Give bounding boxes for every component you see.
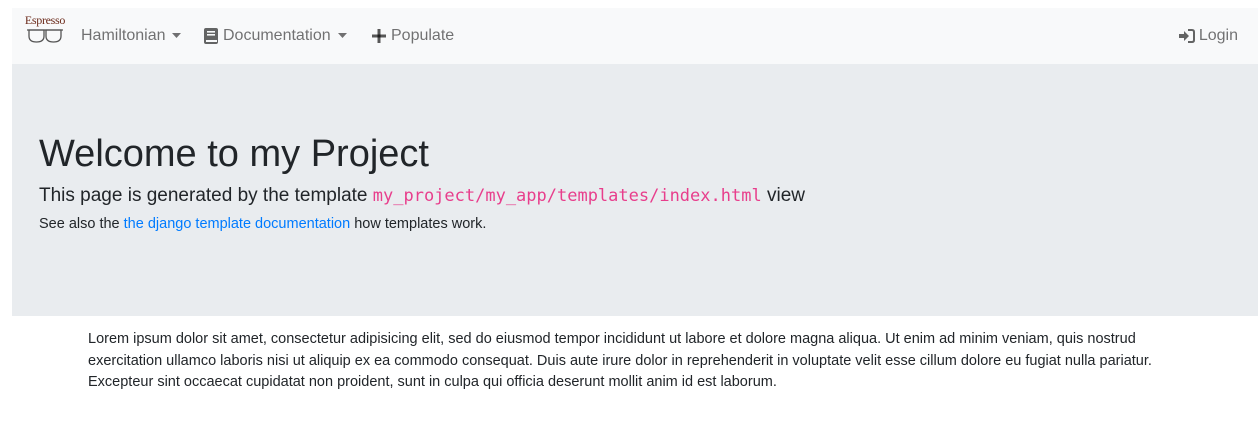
django-docs-link[interactable]: the django template documentation <box>124 216 351 232</box>
book-icon <box>204 28 218 44</box>
nav-populate-link[interactable]: Populate <box>372 8 454 64</box>
template-info-suffix: view <box>761 185 805 206</box>
chevron-down-icon <box>172 33 182 38</box>
nav-documentation-label: Documentation <box>223 27 331 44</box>
nav-populate-label: Populate <box>391 27 455 44</box>
see-also-prefix: See also the <box>39 216 124 232</box>
template-info: This page is generated by the template m… <box>39 184 805 208</box>
nav-hamiltonian-label: Hamiltonian <box>81 27 166 44</box>
espresso-cups-icon <box>27 29 63 43</box>
page-title: Welcome to my Project <box>39 133 429 175</box>
main-content: Lorem ipsum dolor sit amet, consectetur … <box>88 329 1198 394</box>
plus-icon <box>372 29 386 43</box>
brand-text: Espresso <box>24 13 66 27</box>
jumbotron: Welcome to my Project This page is gener… <box>12 64 1258 316</box>
login-label: Login <box>1198 27 1238 44</box>
template-info-prefix: This page is generated by the template <box>39 185 373 206</box>
see-also-text: See also the the django template documen… <box>39 214 486 234</box>
login-link[interactable]: Login <box>1178 8 1238 64</box>
nav-documentation-dropdown[interactable]: Documentation <box>204 8 347 64</box>
nav-hamiltonian-dropdown[interactable]: Hamiltonian <box>81 8 182 64</box>
chevron-down-icon <box>337 33 347 38</box>
brand-logo[interactable]: Espresso <box>22 13 68 55</box>
sign-in-icon <box>1178 29 1195 43</box>
see-also-suffix: how templates work. <box>350 216 487 232</box>
lorem-paragraph: Lorem ipsum dolor sit amet, consectetur … <box>88 331 1152 390</box>
template-path: my_project/my_app/templates/index.html <box>372 186 762 206</box>
top-navbar: Espresso Hamiltonian Documentation Popul <box>12 8 1258 64</box>
